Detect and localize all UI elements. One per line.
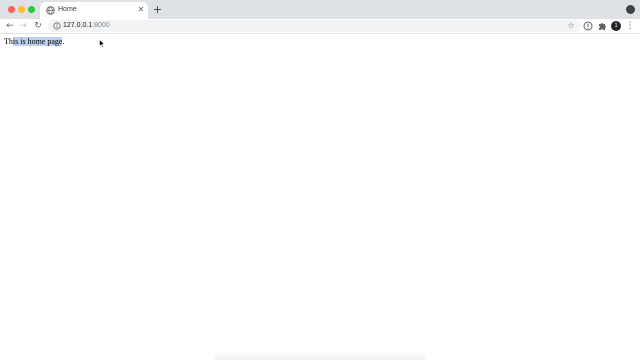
- address-bar[interactable]: 127.0.0.1:8000 ☆: [48, 20, 581, 32]
- window-close-button[interactable]: [8, 6, 15, 13]
- text-before-selection: Th: [4, 37, 13, 46]
- page-body-text: This is home page.: [4, 37, 64, 47]
- dock-shadow: [215, 351, 425, 360]
- new-tab-button[interactable]: +: [151, 3, 164, 16]
- profile-avatar[interactable]: 1: [611, 21, 621, 31]
- forward-button[interactable]: →: [17, 20, 29, 32]
- bookmark-star-icon[interactable]: ☆: [566, 20, 576, 32]
- more-menu-icon[interactable]: ⋮: [625, 20, 635, 32]
- url-host: 127.0.0.1: [63, 22, 93, 29]
- text-after-selection: .: [62, 37, 65, 46]
- tab-home[interactable]: Home ✕: [40, 2, 148, 19]
- mouse-pointer-icon: [99, 39, 105, 48]
- window-maximize-button[interactable]: [28, 6, 35, 13]
- tab-title: Home: [58, 6, 77, 13]
- reload-button[interactable]: ↻: [32, 20, 44, 32]
- url-text[interactable]: 127.0.0.1:8000: [63, 21, 110, 31]
- tab-strip: Home ✕ +: [0, 0, 640, 19]
- window-options-icon[interactable]: [626, 5, 635, 14]
- page-viewport: This is home page.: [0, 34, 640, 360]
- window-minimize-button[interactable]: [18, 6, 25, 13]
- tab-close-icon[interactable]: ✕: [136, 5, 146, 15]
- site-info-icon[interactable]: [53, 22, 61, 30]
- selected-text: is is home page: [12, 37, 63, 46]
- globe-icon: [46, 6, 55, 15]
- extension-info-icon[interactable]: [583, 21, 593, 31]
- url-port: :8000: [92, 22, 110, 29]
- extensions-puzzle-icon[interactable]: [597, 21, 607, 31]
- back-button[interactable]: ←: [4, 20, 16, 32]
- browser-toolbar: ← → ↻ 127.0.0.1:8000 ☆ 1 ⋮: [0, 19, 640, 34]
